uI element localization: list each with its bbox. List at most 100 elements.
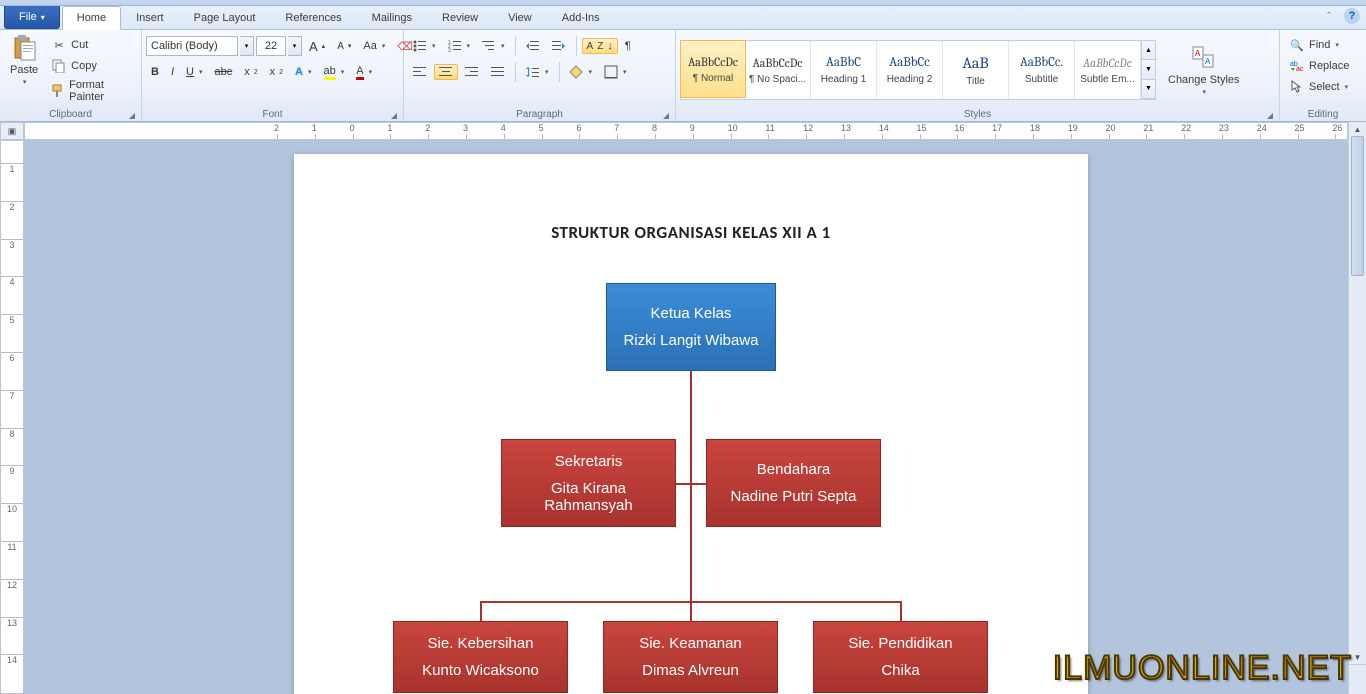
minimize-ribbon-icon[interactable]: ˆ [1320, 8, 1338, 26]
file-tab[interactable]: File ▾ [4, 6, 60, 29]
font-family-dropdown-icon[interactable]: ▾ [240, 36, 254, 56]
align-right-button[interactable] [460, 64, 484, 80]
gallery-up-icon[interactable]: ▲ [1142, 41, 1155, 60]
style-name: Title [966, 76, 985, 87]
style-item[interactable]: AaBbCcDc¶ Normal [680, 40, 746, 98]
borders-button[interactable]: ▾ [599, 63, 632, 81]
svg-text:A: A [1205, 57, 1211, 66]
show-marks-button[interactable]: ¶ [620, 38, 636, 54]
font-size-dropdown-icon[interactable]: ▾ [288, 36, 302, 56]
tab-references[interactable]: References [270, 6, 356, 29]
style-item[interactable]: AaBbCHeading 1 [811, 41, 877, 99]
find-label: Find [1309, 39, 1330, 51]
org-node-top[interactable]: Ketua Kelas Rizki Langit Wibawa [606, 283, 776, 371]
scroll-up-icon[interactable]: ▲ [1349, 122, 1366, 136]
tab-review[interactable]: Review [427, 6, 493, 29]
align-center-button[interactable] [434, 64, 458, 80]
line-spacing-button[interactable]: ▾ [521, 64, 554, 80]
help-icon[interactable]: ? [1344, 8, 1360, 24]
paragraph-launcher-icon[interactable]: ◢ [663, 111, 669, 120]
group-font-label: Font [262, 109, 282, 120]
multilevel-list-button[interactable]: ▾ [477, 38, 510, 54]
bullets-button[interactable]: ▾ [408, 38, 441, 54]
underline-button[interactable]: U▾ [181, 64, 207, 80]
page[interactable]: STRUKTUR ORGANISASI KELAS XII A 1 Ketua … [294, 154, 1088, 694]
tab-add-ins[interactable]: Add-Ins [547, 6, 615, 29]
paste-dropdown-icon[interactable]: ▾ [23, 78, 27, 86]
superscript-button[interactable]: x2 [265, 64, 288, 80]
org-node-bot-3[interactable]: Sie. Pendidikan Chika [813, 621, 988, 693]
font-size-value: 22 [265, 40, 277, 52]
org-node-mid-2[interactable]: Bendahara Nadine Putri Septa [706, 439, 881, 527]
org-name: Dimas Alvreun [610, 662, 771, 679]
cut-button[interactable]: ✂ Cut [46, 35, 137, 55]
font-launcher-icon[interactable]: ◢ [391, 111, 397, 120]
clipboard-launcher-icon[interactable]: ◢ [129, 111, 135, 120]
decrease-indent-button[interactable] [521, 38, 545, 54]
styles-launcher-icon[interactable]: ◢ [1267, 111, 1273, 120]
strikethrough-button[interactable]: abc [209, 64, 237, 80]
org-role: Sie. Kebersihan [400, 635, 561, 652]
font-size-input[interactable]: 22 [256, 36, 286, 56]
font-family-input[interactable]: Calibri (Body) [146, 36, 238, 56]
org-node-bot-1[interactable]: Sie. Kebersihan Kunto Wicaksono [393, 621, 568, 693]
copy-label: Copy [71, 60, 97, 72]
subscript-button[interactable]: x2 [239, 64, 262, 80]
scroll-thumb[interactable] [1351, 136, 1364, 276]
copy-button[interactable]: Copy [46, 56, 137, 76]
numbering-button[interactable]: 123▾ [443, 38, 476, 54]
find-icon: 🔍 [1289, 37, 1305, 53]
sort-button[interactable]: AZ↓ [582, 38, 618, 54]
style-name: Subtitle [1025, 74, 1058, 85]
bold-button[interactable]: B [146, 64, 164, 80]
style-item[interactable]: AaB Title [943, 41, 1009, 99]
document-title: STRUKTUR ORGANISASI KELAS XII A 1 [294, 222, 1088, 243]
shading-button[interactable]: ▾ [565, 63, 598, 81]
style-item[interactable]: AaBbCcHeading 2 [877, 41, 943, 99]
change-case-button[interactable]: Aa▾ [358, 38, 390, 54]
tab-insert[interactable]: Insert [121, 6, 179, 29]
shrink-font-button[interactable]: A▾ [332, 39, 356, 54]
style-name: ¶ No Spaci... [749, 74, 806, 85]
tab-home[interactable]: Home [62, 6, 121, 30]
justify-button[interactable] [486, 64, 510, 80]
org-node-mid-1[interactable]: Sekretaris Gita Kirana Rahmansyah [501, 439, 676, 527]
gallery-more-icon[interactable]: ▼ [1142, 80, 1155, 99]
style-preview: AaBbC [826, 55, 861, 70]
org-chart[interactable]: Ketua Kelas Rizki Langit Wibawa Sekretar… [371, 283, 1011, 683]
document-area[interactable]: STRUKTUR ORGANISASI KELAS XII A 1 Ketua … [24, 140, 1348, 694]
style-name: Subtle Em... [1080, 74, 1134, 85]
cut-label: Cut [71, 39, 88, 51]
connector-vertical-main [690, 371, 692, 601]
org-node-bot-2[interactable]: Sie. Keamanan Dimas Alvreun [603, 621, 778, 693]
align-left-button[interactable] [408, 64, 432, 80]
org-role: Bendahara [713, 461, 874, 478]
style-item[interactable]: AaBbCcDcSubtle Em... [1075, 41, 1141, 99]
tab-mailings[interactable]: Mailings [357, 6, 427, 29]
style-item[interactable]: AaBbCc.Subtitle [1009, 41, 1075, 99]
group-editing: 🔍Find▾ abacReplace Select▾ Editing [1280, 30, 1366, 121]
highlight-button[interactable]: ab▾ [319, 63, 350, 82]
style-item[interactable]: AaBbCcDc¶ No Spaci... [745, 41, 811, 99]
horizontal-ruler[interactable]: 2101234567891011121314151617181920212223… [24, 122, 1348, 140]
grow-font-button[interactable]: A▴ [304, 37, 330, 56]
replace-button[interactable]: abacReplace [1284, 56, 1354, 76]
paste-button[interactable]: Paste ▾ [4, 32, 44, 88]
vertical-scrollbar[interactable]: ▲ ▼ [1348, 122, 1366, 694]
ruler-corner[interactable]: ▣ [0, 122, 24, 140]
increase-indent-button[interactable] [547, 38, 571, 54]
tab-page-layout[interactable]: Page Layout [179, 6, 271, 29]
italic-button[interactable]: I [166, 64, 179, 80]
style-preview: AaB [962, 54, 988, 72]
select-button[interactable]: Select▾ [1284, 77, 1353, 97]
find-button[interactable]: 🔍Find▾ [1284, 35, 1344, 55]
gallery-down-icon[interactable]: ▼ [1142, 60, 1155, 79]
format-painter-button[interactable]: Format Painter [46, 77, 137, 105]
svg-text:ac: ac [1296, 66, 1304, 72]
vertical-ruler[interactable]: 1234567891011121314 [0, 140, 24, 694]
styles-gallery[interactable]: AaBbCcDc¶ NormalAaBbCcDc¶ No Spaci...AaB… [680, 40, 1156, 100]
tab-view[interactable]: View [493, 6, 547, 29]
change-styles-button[interactable]: AA Change Styles ▾ [1162, 42, 1246, 98]
text-effects-button[interactable]: A▾ [290, 64, 316, 80]
font-color-button[interactable]: A▾ [351, 63, 377, 82]
